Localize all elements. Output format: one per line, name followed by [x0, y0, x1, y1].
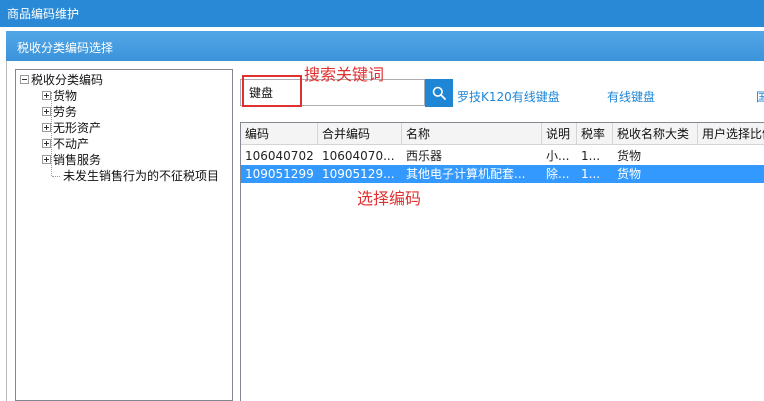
- cell-merged-code: 10604070...: [322, 149, 395, 163]
- window-title-bar: 商品编码维护: [0, 0, 764, 27]
- annotation-search-keyword: 搜索关键词: [304, 65, 385, 84]
- tree-item-label: 无形资产: [53, 121, 102, 135]
- tree-item-label: 劳务: [53, 105, 78, 119]
- cell-tax-category: 货物: [617, 149, 642, 163]
- column-header-name[interactable]: 名称: [402, 123, 542, 144]
- tree-connector-line: [52, 176, 60, 177]
- cell-code: 106040702: [245, 149, 314, 163]
- tree-root[interactable]: 税收分类编码: [20, 72, 103, 88]
- tree-item-intangible-assets[interactable]: 无形资产: [42, 120, 101, 136]
- cell-description: 除...: [546, 167, 570, 181]
- cell-user-selection-ratio: [698, 147, 764, 165]
- cell-user-selection-ratio: [698, 165, 764, 183]
- column-header-tax-category[interactable]: 税收名称大类: [613, 123, 698, 144]
- tree-item-label: 未发生销售行为的不征税项目: [63, 169, 220, 183]
- annotation-select-code: 选择编码: [357, 189, 422, 208]
- cell-name: 西乐器: [406, 149, 443, 163]
- tree-item-non-taxable[interactable]: 未发生销售行为的不征税项目: [63, 168, 219, 184]
- column-header-code[interactable]: 编码: [241, 123, 318, 144]
- expand-icon[interactable]: [42, 123, 51, 132]
- collapse-icon[interactable]: [20, 75, 29, 84]
- table-header: 编码 合并编码 名称 说明 税率 税收名称大类 用户选择比例: [241, 123, 764, 145]
- dialog-title-bar: 税收分类编码选择: [6, 31, 764, 61]
- cell-code: 109051299: [245, 167, 314, 181]
- tree-item-real-estate[interactable]: 不动产: [42, 136, 89, 152]
- code-results-table: 编码 合并编码 名称 说明 税率 税收名称大类 用户选择比例 106040702…: [240, 122, 764, 401]
- search-button[interactable]: [425, 79, 453, 107]
- column-header-merged-code[interactable]: 合并编码: [318, 123, 402, 144]
- suggestion-wired-keyboard[interactable]: 有线键盘: [607, 88, 655, 105]
- expand-icon[interactable]: [42, 91, 51, 100]
- dialog-body: 税收分类编码 货物 劳务 无形资产 不动产 销售服务 未发生销售行为的不征税项目…: [6, 61, 764, 401]
- tree-item-sales-services[interactable]: 销售服务: [42, 152, 101, 168]
- expand-icon[interactable]: [42, 139, 51, 148]
- table-row-selected[interactable]: 109051299 10905129... 其他电子计算机配套... 除... …: [241, 165, 764, 183]
- cell-merged-code: 10905129...: [322, 167, 395, 181]
- column-header-tax-rate[interactable]: 税率: [577, 123, 613, 144]
- search-icon: [432, 86, 446, 100]
- suggestion-logitech-k120[interactable]: 罗技K120有线键盘: [457, 88, 560, 105]
- cell-tax-rate: 1...: [581, 167, 601, 181]
- suggestion-truncated[interactable]: 国: [756, 88, 764, 105]
- column-header-user-selection-ratio[interactable]: 用户选择比例: [698, 123, 764, 144]
- cell-tax-category: 货物: [617, 167, 642, 181]
- tree-item-label: 销售服务: [53, 153, 102, 167]
- expand-icon[interactable]: [42, 107, 51, 116]
- tree-item-goods[interactable]: 货物: [42, 88, 77, 104]
- tax-category-tree[interactable]: 税收分类编码 货物 劳务 无形资产 不动产 销售服务 未发生销售行为的不征税项目: [15, 69, 233, 401]
- cell-name: 其他电子计算机配套...: [406, 167, 526, 181]
- window-title: 商品编码维护: [7, 7, 80, 21]
- table-row[interactable]: 106040702 10604070... 西乐器 小... 1... 货物: [241, 147, 764, 165]
- cell-description: 小...: [546, 149, 570, 163]
- cell-tax-rate: 1...: [581, 149, 601, 163]
- column-header-description[interactable]: 说明: [542, 123, 577, 144]
- tree-item-labor[interactable]: 劳务: [42, 104, 77, 120]
- tree-root-label: 税收分类编码: [31, 73, 104, 87]
- expand-icon[interactable]: [42, 155, 51, 164]
- tree-item-label: 货物: [53, 89, 78, 103]
- tree-item-label: 不动产: [53, 137, 90, 151]
- dialog-title: 税收分类编码选择: [17, 41, 114, 55]
